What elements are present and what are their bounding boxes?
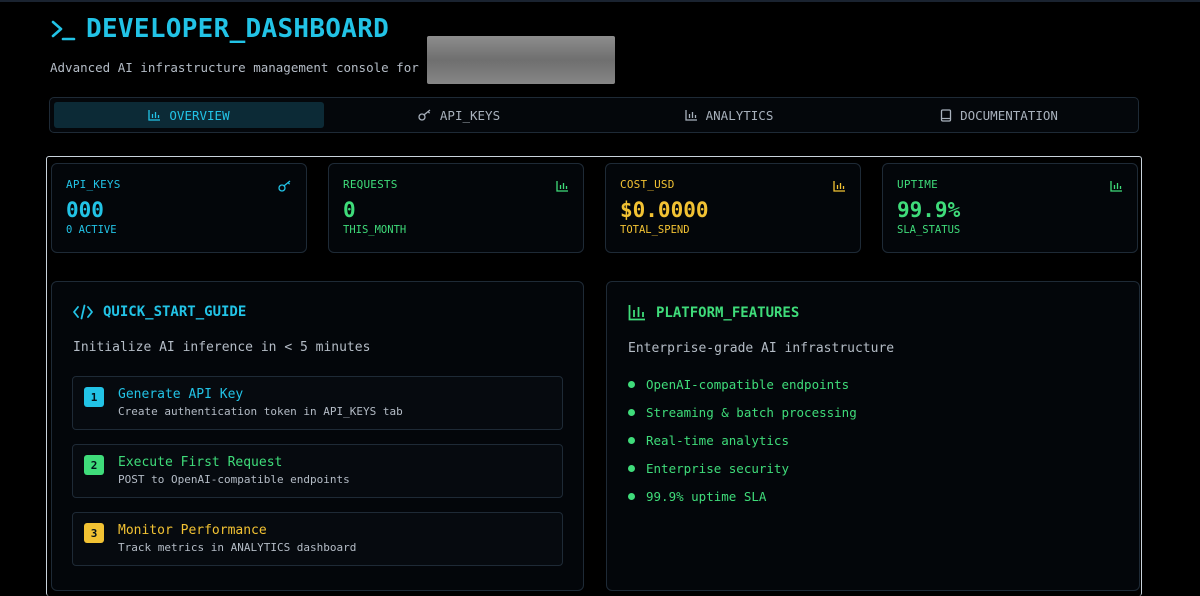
stat-card-uptime: UPTIME 99.9% SLA_STATUS (882, 163, 1138, 253)
tab-analytics[interactable]: ANALYTICS (594, 102, 864, 128)
step-number: 2 (84, 455, 104, 475)
card-title: PLATFORM_FEATURES (656, 304, 800, 321)
tab-api-keys[interactable]: API_KEYS (324, 102, 594, 128)
stat-sub: SLA_STATUS (897, 224, 961, 236)
feature-item: Enterprise security (628, 461, 789, 476)
step-number: 3 (84, 523, 104, 543)
stat-value: $0.0000 (620, 198, 709, 222)
stat-label: UPTIME (897, 178, 938, 191)
page-title: DEVELOPER_DASHBOARD (86, 14, 390, 44)
step-title: Generate API Key (118, 387, 244, 402)
feature-label: Enterprise security (646, 461, 789, 476)
key-icon (278, 180, 291, 192)
step-item: 2 Execute First Request POST to OpenAI-c… (72, 444, 563, 498)
tab-label: DOCUMENTATION (960, 107, 1058, 123)
step-title: Monitor Performance (118, 523, 267, 538)
bar-chart-icon (1110, 181, 1122, 192)
feature-item: 99.9% uptime SLA (628, 489, 766, 504)
feature-item: Streaming & batch processing (628, 405, 857, 420)
terminal-prompt-icon (51, 20, 76, 41)
quick-start-card: QUICK_START_GUIDE Initialize AI inferenc… (51, 281, 584, 591)
stat-sub: TOTAL_SPEND (620, 224, 690, 236)
tab-overview[interactable]: OVERVIEW (54, 102, 324, 128)
stat-label: REQUESTS (343, 178, 398, 191)
tab-label: OVERVIEW (169, 107, 230, 123)
top-border (0, 0, 1200, 2)
stat-value: 000 (66, 198, 104, 222)
feature-item: OpenAI-compatible endpoints (628, 377, 849, 392)
stat-value: 0 (343, 198, 356, 222)
code-icon (73, 304, 93, 320)
stat-label: COST_USD (620, 178, 675, 191)
stat-sub: THIS_MONTH (343, 224, 407, 236)
card-description: Enterprise-grade AI infrastructure (628, 341, 895, 356)
overview-panel: API_KEYS 000 0 ACTIVE REQUESTS 0 THIS_MO… (46, 156, 1142, 596)
page-header: DEVELOPER_DASHBOARD Advanced AI infrastr… (50, 14, 615, 84)
step-item: 3 Monitor Performance Track metrics in A… (72, 512, 563, 566)
bar-chart-icon (628, 305, 645, 321)
book-icon (940, 108, 952, 122)
bullet-dot-icon (628, 409, 635, 416)
card-title: QUICK_START_GUIDE (103, 304, 247, 320)
stat-value: 99.9% (897, 198, 961, 222)
step-number: 1 (84, 387, 104, 407)
card-description: Initialize AI inference in < 5 minutes (73, 340, 371, 355)
bar-chart-icon (556, 181, 568, 192)
step-title: Execute First Request (118, 455, 283, 470)
bullet-dot-icon (628, 465, 635, 472)
bar-chart-icon (684, 110, 697, 121)
step-description: Track metrics in ANALYTICS dashboard (118, 541, 357, 554)
bar-chart-icon (148, 110, 161, 121)
stat-label: API_KEYS (66, 178, 121, 191)
feature-label: OpenAI-compatible endpoints (646, 377, 850, 392)
bullet-dot-icon (628, 493, 635, 500)
feature-label: Streaming & batch processing (646, 405, 857, 420)
stat-card-api-keys: API_KEYS 000 0 ACTIVE (51, 163, 307, 253)
tab-bar: OVERVIEW API_KEYS ANALYTICS DOCUMENTATIO… (49, 97, 1139, 133)
bullet-dot-icon (628, 381, 635, 388)
bar-chart-icon (833, 181, 845, 192)
bullet-dot-icon (628, 437, 635, 444)
stat-card-cost: COST_USD $0.0000 TOTAL_SPEND (605, 163, 861, 253)
stat-sub: 0 ACTIVE (66, 224, 117, 236)
feature-item: Real-time analytics (628, 433, 789, 448)
step-description: POST to OpenAI-compatible endpoints (118, 473, 350, 486)
page-subtitle: Advanced AI infrastructure management co… (50, 59, 419, 75)
key-icon (418, 109, 431, 121)
tab-label: ANALYTICS (705, 107, 774, 123)
tab-documentation[interactable]: DOCUMENTATION (864, 102, 1134, 128)
step-description: Create authentication token in API_KEYS … (118, 405, 403, 418)
tab-label: API_KEYS (439, 107, 501, 123)
step-item: 1 Generate API Key Create authentication… (72, 376, 563, 430)
stat-card-requests: REQUESTS 0 THIS_MONTH (328, 163, 584, 253)
platform-features-card: PLATFORM_FEATURES Enterprise-grade AI in… (606, 281, 1140, 591)
feature-label: 99.9% uptime SLA (646, 489, 767, 504)
redacted-block (426, 36, 615, 84)
feature-label: Real-time analytics (646, 433, 789, 448)
